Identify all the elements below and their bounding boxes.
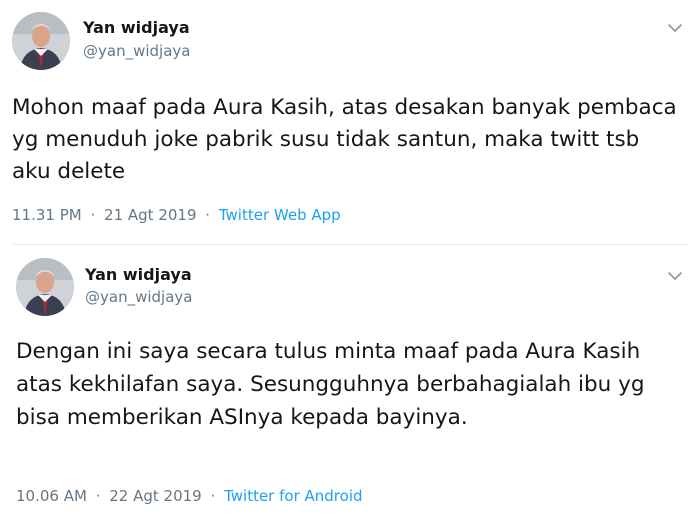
author-handle[interactable]: @yan_widjaya	[83, 42, 190, 60]
tweet-date[interactable]: 22 Agt 2019	[109, 487, 201, 505]
tweet-divider	[12, 244, 688, 245]
tweet-meta: 10.06 AM · 22 Agt 2019 · Twitter for And…	[16, 487, 363, 505]
tweet-source-link[interactable]: Twitter for Android	[224, 487, 362, 505]
tweet-date[interactable]: 21 Agt 2019	[104, 206, 196, 224]
tweet[interactable]: Yan widjaya @yan_widjaya Mohon maaf pada…	[0, 0, 700, 246]
tweet-time[interactable]: 11.31 PM	[12, 206, 82, 224]
avatar-image	[12, 12, 70, 70]
tweet-text: Mohon maaf pada Aura Kasih, atas desakan…	[12, 95, 677, 184]
meta-separator: ·	[95, 487, 101, 505]
author-display-name[interactable]: Yan widjaya	[85, 265, 192, 284]
meta-separator: ·	[210, 487, 216, 505]
tweet[interactable]: Yan widjaya @yan_widjaya Dengan ini saya…	[0, 250, 700, 525]
tweet-text: Dengan ini saya secara tulus minta maaf …	[16, 339, 645, 430]
tweet-time[interactable]: 10.06 AM	[16, 487, 87, 505]
tweet-meta: 11.31 PM · 21 Agt 2019 · Twitter Web App	[12, 206, 341, 224]
meta-separator: ·	[205, 206, 211, 224]
chevron-down-icon[interactable]	[666, 20, 684, 34]
author-handle[interactable]: @yan_widjaya	[85, 288, 192, 306]
chevron-down-icon[interactable]	[666, 268, 684, 282]
avatar-image	[16, 258, 74, 316]
author-display-name[interactable]: Yan widjaya	[83, 18, 190, 37]
tweet-source-link[interactable]: Twitter Web App	[219, 206, 341, 224]
avatar[interactable]	[12, 12, 70, 70]
avatar[interactable]	[16, 258, 74, 316]
meta-separator: ·	[90, 206, 96, 224]
